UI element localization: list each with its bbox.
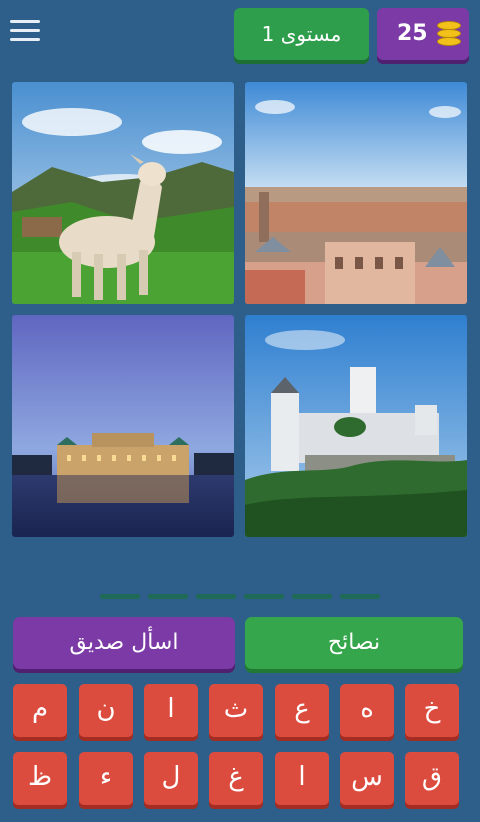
letter-key[interactable]: خ xyxy=(405,684,459,737)
letter-key[interactable]: ء xyxy=(79,752,133,805)
letter-key[interactable]: ق xyxy=(405,752,459,805)
answer-slot[interactable] xyxy=(148,594,188,599)
letter-key[interactable]: ه xyxy=(340,684,394,737)
letter-keyboard: م ن ا ث ع ه خ ظ ء ل غ ا س ق xyxy=(13,684,463,814)
letter-key[interactable]: ن xyxy=(79,684,133,737)
image-palace-reflection[interactable] xyxy=(12,315,234,537)
letter-key[interactable]: ا xyxy=(144,684,198,737)
level-badge: مستوى 1 xyxy=(234,8,369,60)
ask-friend-button[interactable]: اسأل صديق xyxy=(13,617,235,669)
hints-label: نصائح xyxy=(327,630,381,655)
image-hilltop-fortress[interactable] xyxy=(245,315,467,537)
answer-slot[interactable] xyxy=(100,594,140,599)
letter-key[interactable]: س xyxy=(340,752,394,805)
level-label: مستوى 1 xyxy=(261,22,342,46)
letter-key[interactable]: م xyxy=(13,684,67,737)
hints-button[interactable]: نصائح xyxy=(245,617,463,669)
answer-slot[interactable] xyxy=(292,594,332,599)
image-grid xyxy=(12,82,467,537)
letter-key[interactable]: ع xyxy=(275,684,329,737)
answer-slot[interactable] xyxy=(196,594,236,599)
top-bar: مستوى 1 25 xyxy=(0,0,480,70)
letter-key[interactable]: ل xyxy=(144,752,198,805)
answer-slot[interactable] xyxy=(244,594,284,599)
image-city-panorama[interactable] xyxy=(245,82,467,304)
letter-key[interactable]: ث xyxy=(209,684,263,737)
letter-key[interactable]: ظ xyxy=(13,752,67,805)
coin-stack-icon xyxy=(437,21,461,46)
letter-key[interactable]: غ xyxy=(209,752,263,805)
image-goat[interactable] xyxy=(12,82,234,304)
ask-friend-label: اسأل صديق xyxy=(69,630,179,655)
coins-badge[interactable]: 25 xyxy=(377,8,469,60)
letter-key[interactable]: ا xyxy=(275,752,329,805)
hamburger-menu-icon[interactable] xyxy=(10,20,40,46)
answer-slot[interactable] xyxy=(340,594,380,599)
coin-count: 25 xyxy=(397,21,428,46)
